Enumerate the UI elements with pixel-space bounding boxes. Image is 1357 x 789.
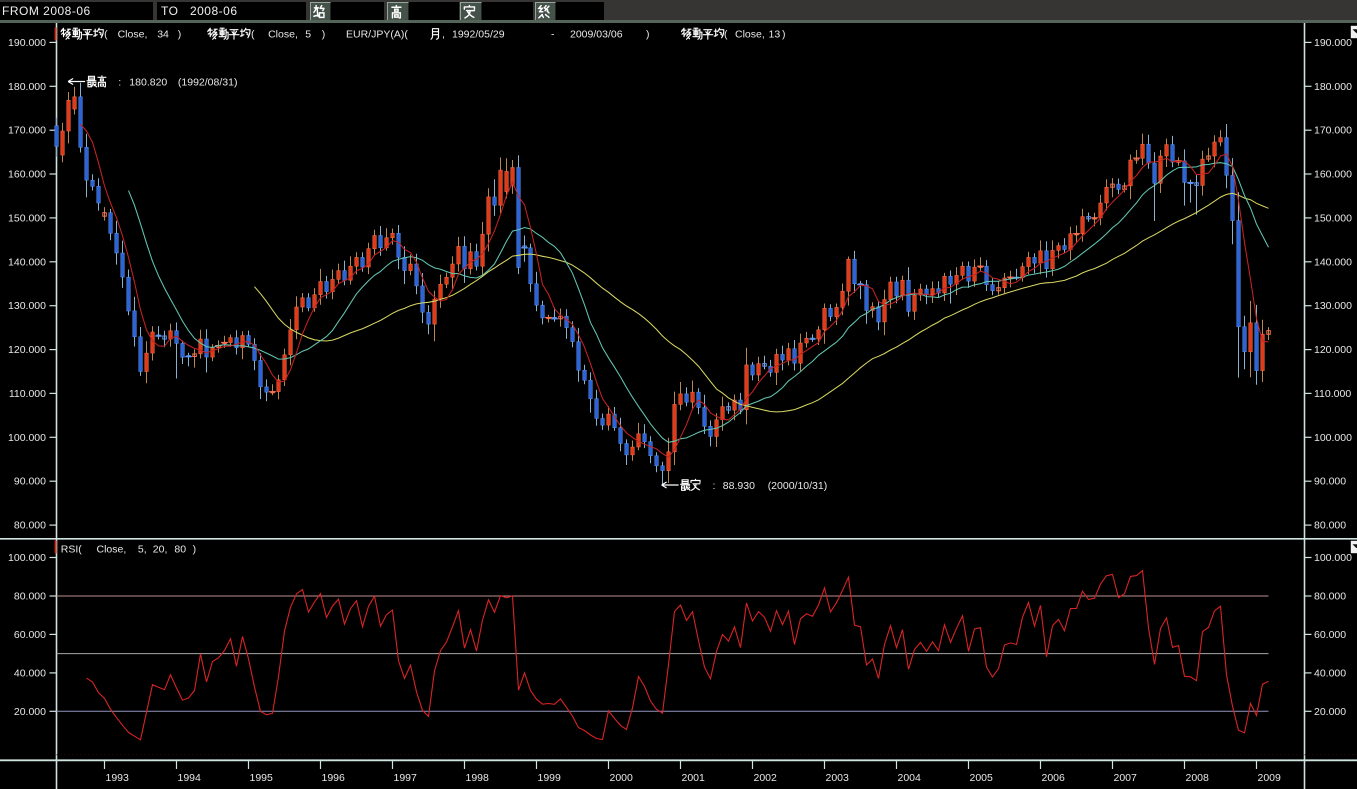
svg-text:1995: 1995	[250, 772, 274, 784]
svg-text:2004: 2004	[898, 772, 922, 784]
svg-text:1996: 1996	[322, 772, 346, 784]
svg-text:60.000: 60.000	[14, 629, 46, 641]
svg-text:2000: 2000	[610, 772, 634, 784]
svg-text:40.000: 40.000	[1314, 667, 1346, 679]
svg-text:170.000: 170.000	[8, 125, 46, 137]
svg-text:180.000: 180.000	[8, 81, 46, 93]
svg-text:80.000: 80.000	[1314, 520, 1346, 532]
svg-text:90.000: 90.000	[14, 476, 46, 488]
svg-text:20.000: 20.000	[1314, 706, 1346, 718]
svg-text:100.000: 100.000	[1314, 552, 1352, 564]
svg-text:160.000: 160.000	[8, 169, 46, 181]
svg-text:170.000: 170.000	[1314, 125, 1352, 137]
svg-text:1992/05/29: 1992/05/29	[452, 29, 505, 41]
svg-text:60.000: 60.000	[1314, 629, 1346, 641]
svg-text:180.000: 180.000	[1314, 81, 1352, 93]
svg-text:110.000: 110.000	[9, 388, 46, 400]
svg-text:180.820: 180.820	[129, 77, 167, 89]
svg-text:130.000: 130.000	[8, 300, 46, 312]
svg-text:1997: 1997	[394, 772, 418, 784]
svg-text:2005: 2005	[970, 772, 994, 784]
svg-text:2009/03/06: 2009/03/06	[570, 29, 623, 41]
svg-text:80.000: 80.000	[14, 520, 46, 532]
svg-text::: :	[118, 77, 121, 89]
svg-text:): )	[782, 29, 786, 41]
svg-text:2002: 2002	[754, 772, 778, 784]
svg-text:20.000: 20.000	[14, 706, 46, 718]
svg-text:2009: 2009	[1258, 772, 1282, 784]
svg-text:1999: 1999	[538, 772, 562, 784]
svg-text:EUR/JPY(A)(: EUR/JPY(A)(	[346, 29, 408, 41]
svg-text:): )	[646, 29, 650, 41]
svg-text:,: ,	[442, 29, 445, 41]
svg-text:150.000: 150.000	[1314, 212, 1352, 224]
svg-text:110.000: 110.000	[1314, 388, 1351, 400]
svg-text:(1992/08/31): (1992/08/31)	[178, 77, 238, 89]
svg-text:2003: 2003	[826, 772, 850, 784]
svg-text:2007: 2007	[1114, 772, 1138, 784]
svg-text:(: (	[104, 29, 108, 41]
svg-text:100.000: 100.000	[8, 552, 46, 564]
svg-text:(2000/10/31): (2000/10/31)	[768, 480, 828, 492]
svg-text:): )	[178, 29, 182, 41]
svg-text:Close,: Close,	[268, 29, 298, 41]
svg-text:150.000: 150.000	[8, 212, 46, 224]
svg-text::: :	[713, 480, 716, 492]
svg-text:Close,: Close,	[118, 29, 148, 41]
svg-text:20,: 20,	[153, 543, 168, 555]
svg-text:2008: 2008	[1186, 772, 1210, 784]
svg-text:140.000: 140.000	[1314, 256, 1352, 268]
svg-text:5,: 5,	[138, 543, 147, 555]
svg-text:): )	[322, 29, 326, 41]
svg-text:1998: 1998	[466, 772, 490, 784]
svg-text:190.000: 190.000	[8, 37, 46, 49]
svg-text:13: 13	[769, 29, 781, 41]
svg-text:140.000: 140.000	[8, 256, 46, 268]
svg-text:120.000: 120.000	[8, 344, 46, 356]
svg-text:): )	[193, 543, 197, 555]
svg-text:1993: 1993	[106, 772, 130, 784]
svg-text:88.930: 88.930	[723, 480, 755, 492]
svg-text:190.000: 190.000	[1314, 37, 1352, 49]
svg-text:(: (	[724, 29, 728, 41]
svg-text:130.000: 130.000	[1314, 300, 1352, 312]
svg-text:2006: 2006	[1042, 772, 1066, 784]
svg-text:80.000: 80.000	[14, 591, 46, 603]
svg-text:40.000: 40.000	[14, 667, 46, 679]
svg-text:Close,: Close,	[735, 29, 765, 41]
svg-text:2001: 2001	[682, 772, 706, 784]
svg-text:(: (	[251, 29, 255, 41]
svg-text:160.000: 160.000	[1314, 169, 1352, 181]
svg-text:90.000: 90.000	[1314, 476, 1346, 488]
svg-text:100.000: 100.000	[8, 432, 46, 444]
svg-text:-: -	[551, 29, 555, 41]
svg-text:120.000: 120.000	[1314, 344, 1352, 356]
svg-text:34: 34	[157, 29, 169, 41]
svg-text:Close,: Close,	[97, 543, 127, 555]
svg-text:RSI(: RSI(	[61, 543, 83, 555]
svg-text:1994: 1994	[178, 772, 202, 784]
svg-text:100.000: 100.000	[1314, 432, 1352, 444]
svg-text:5: 5	[305, 29, 311, 41]
svg-text:80: 80	[174, 543, 186, 555]
svg-text:80.000: 80.000	[1314, 591, 1346, 603]
